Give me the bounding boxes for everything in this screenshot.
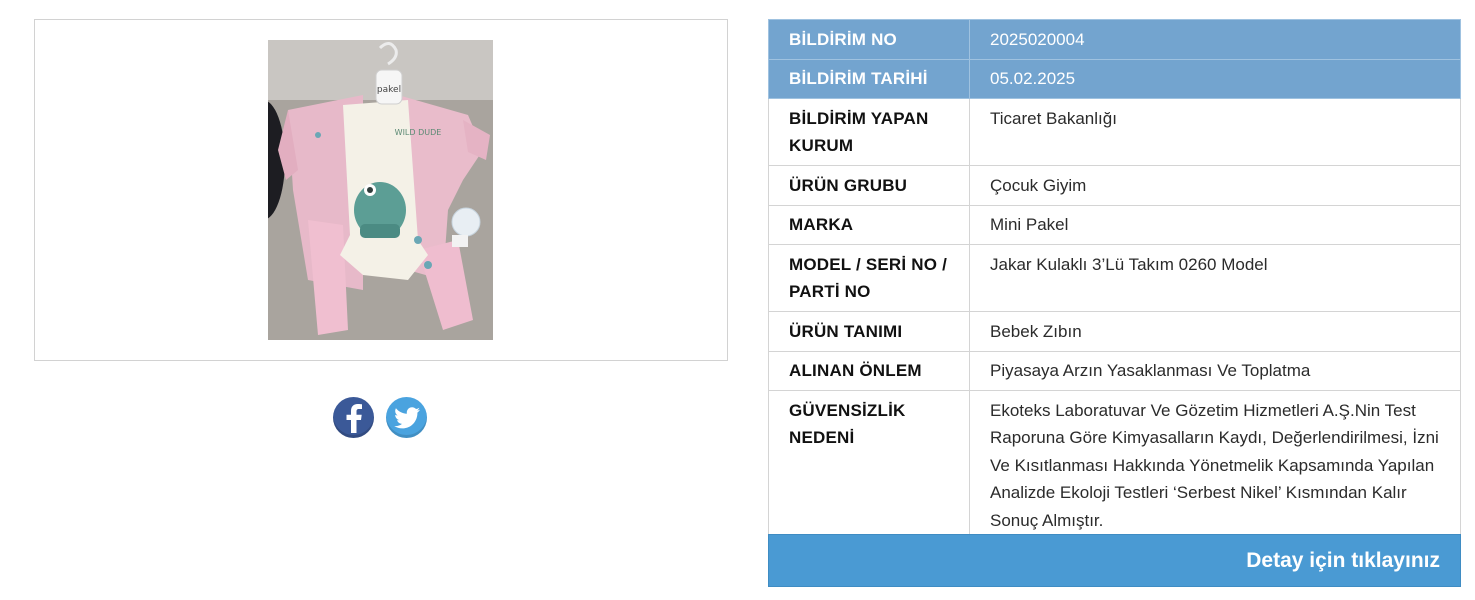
row-label: BİLDİRİM YAPAN KURUM — [768, 98, 970, 166]
row-value: Çocuk Giyim — [969, 165, 1461, 206]
table-body: BİLDİRİM NO 2025020004 BİLDİRİM TARİHİ 05.0… — [768, 19, 1461, 541]
row-label: BİLDİRİM NO — [768, 19, 970, 60]
row-value: Ekoteks Laboratuvar Ve Gözetim Hizmetler… — [969, 390, 1461, 541]
product-photo[interactable]: pakel WILD DUDE — [268, 40, 493, 340]
row-value: 05.02.2025 — [969, 58, 1461, 99]
row-label: ÜRÜN TANIMI — [768, 311, 970, 352]
table-row: MODEL / SERİ NO / PARTİ NO Jakar Kulaklı … — [768, 244, 1461, 312]
detail-button[interactable]: Detay için tıklayınız — [768, 534, 1461, 587]
table-row: BİLDİRİM YAPAN KURUM Ticaret Bakanlığı — [768, 98, 1461, 166]
twitter-glyph — [393, 406, 420, 428]
row-value: Bebek Zıbın — [969, 311, 1461, 352]
row-value: Piyasaya Arzın Yasaklanması Ve Toplatma — [969, 350, 1461, 391]
table-row: MARKA Mini Pakel — [768, 204, 1461, 245]
facebook-glyph — [346, 403, 362, 433]
product-image-frame: pakel WILD DUDE — [34, 19, 728, 361]
row-value: Jakar Kulaklı 3’Lü Takım 0260 Model — [969, 244, 1461, 312]
row-value: 2025020004 — [969, 19, 1461, 60]
row-label: ÜRÜN GRUBU — [768, 165, 970, 206]
product-photo-illustration: pakel WILD DUDE — [268, 40, 493, 340]
facebook-icon[interactable] — [333, 397, 374, 438]
notification-details-table: BİLDİRİM NO 2025020004 BİLDİRİM TARİHİ 05.0… — [768, 19, 1461, 541]
table-row: GÜVENSİZLİK NEDENİ Ekoteks Laboratuvar Ve… — [768, 390, 1461, 541]
row-label: ALINAN ÖNLEM — [768, 350, 970, 391]
row-value: Ticaret Bakanlığı — [969, 98, 1461, 166]
row-label: BİLDİRİM TARİHİ — [768, 58, 970, 99]
social-share — [333, 397, 427, 439]
row-value: Mini Pakel — [969, 204, 1461, 245]
table-row: ÜRÜN TANIMI Bebek Zıbın — [768, 311, 1461, 352]
table-row: ALINAN ÖNLEM Piyasaya Arzın Yasaklanması … — [768, 350, 1461, 391]
row-label: MODEL / SERİ NO / PARTİ NO — [768, 244, 970, 312]
row-label: GÜVENSİZLİK NEDENİ — [768, 390, 970, 541]
row-label: MARKA — [768, 204, 970, 245]
product-tag-text: pakel — [377, 85, 401, 95]
twitter-icon[interactable] — [386, 397, 427, 438]
table-row: BİLDİRİM TARİHİ 05.02.2025 — [768, 58, 1461, 99]
table-row: ÜRÜN GRUBU Çocuk Giyim — [768, 165, 1461, 206]
table-row: BİLDİRİM NO 2025020004 — [768, 19, 1461, 60]
product-print-text: WILD DUDE — [395, 128, 442, 137]
